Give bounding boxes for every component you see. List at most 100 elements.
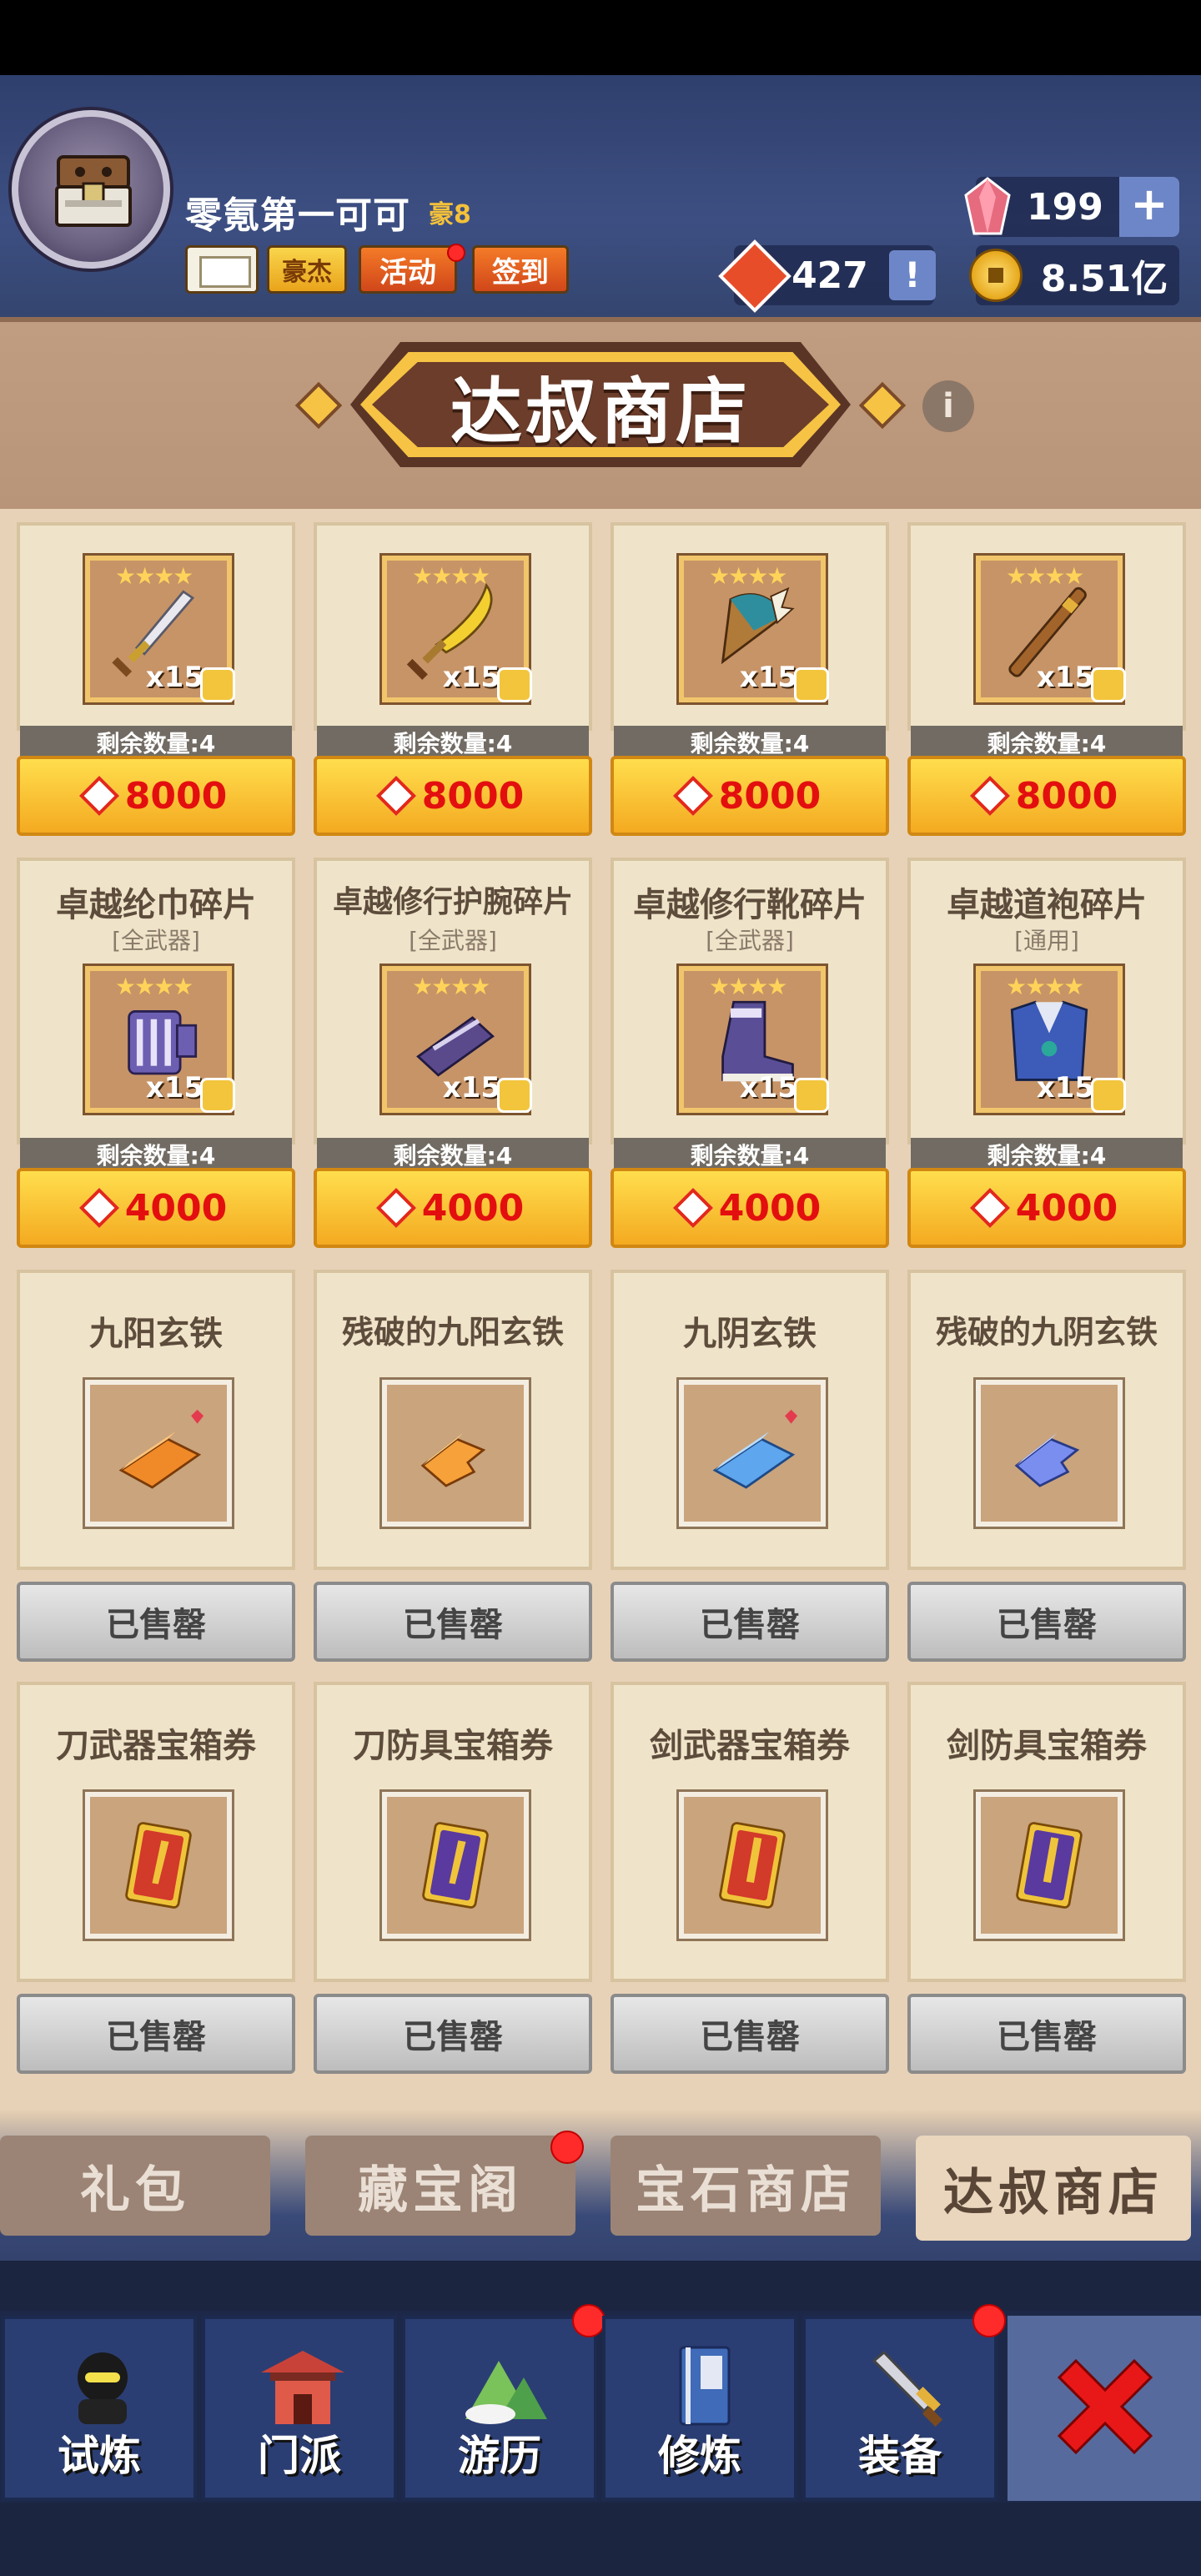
item-category: [全武器] bbox=[112, 927, 200, 954]
price-button[interactable]: 8000 bbox=[611, 756, 889, 836]
blue-iron-icon bbox=[712, 1409, 798, 1489]
item-quantity: x15 bbox=[1036, 661, 1094, 694]
coin-value: 8.51亿 bbox=[1040, 258, 1168, 300]
tab-dashu-shop[interactable]: 达叔商店 bbox=[916, 2136, 1191, 2241]
price-button[interactable]: 8000 bbox=[17, 756, 295, 836]
treasure-chest-icon bbox=[55, 155, 132, 227]
shop-item[interactable]: 卓越道袍碎片 [通用] ★★★★ x15 剩余数量:4 bbox=[907, 858, 1186, 1175]
item-name: 九阴玄铁 bbox=[683, 1315, 817, 1353]
sold-out-button: 已售罄 bbox=[611, 1582, 889, 1662]
shop-title-plate: 达叔商店 bbox=[350, 342, 851, 467]
activity-button[interactable]: 活动 bbox=[359, 245, 457, 294]
item-category: [全武器] bbox=[706, 927, 794, 954]
fragment-icon bbox=[794, 667, 829, 702]
sold-out-button: 已售罄 bbox=[314, 1582, 592, 1662]
price-button[interactable]: 4000 bbox=[314, 1168, 592, 1248]
honor-currency-icon bbox=[78, 1187, 119, 1229]
shop-item: 剑武器宝箱券 bbox=[611, 1682, 889, 1982]
temple-gate-icon bbox=[261, 2351, 344, 2424]
shop-item[interactable]: ★★★★ x15 剩余数量:4 bbox=[907, 522, 1186, 762]
gem-icon bbox=[964, 177, 1011, 235]
orange-iron-icon bbox=[118, 1409, 204, 1489]
nav-trial[interactable]: 试炼 bbox=[2, 2316, 197, 2501]
shop-item: 残破的九阳玄铁 bbox=[314, 1270, 592, 1570]
fragment-icon bbox=[497, 1078, 532, 1113]
nav-label: 修炼 bbox=[658, 2432, 741, 2480]
coin-icon bbox=[969, 249, 1023, 302]
item-quantity: x15 bbox=[1036, 1071, 1094, 1104]
nav-cultivate[interactable]: 修炼 bbox=[602, 2316, 797, 2501]
gem-value: 199 bbox=[1027, 185, 1103, 229]
price-value: 8000 bbox=[718, 774, 822, 818]
close-button[interactable] bbox=[1008, 2316, 1201, 2501]
shop-item[interactable]: ★★★★ x15 剩余数量:4 bbox=[17, 522, 295, 762]
secret-book-icon bbox=[679, 2346, 731, 2426]
shop-item[interactable]: 卓越纶巾碎片 [全武器] ★★★★ x15 剩余数量:4 bbox=[17, 858, 295, 1175]
shop-item: 残破的九阴玄铁 bbox=[907, 1270, 1186, 1570]
shop-item[interactable]: 卓越修行靴碎片 [全武器] ★★★★ x15 剩余数量:4 bbox=[611, 858, 889, 1175]
player-avatar[interactable] bbox=[12, 110, 170, 269]
item-quantity: x15 bbox=[739, 661, 797, 694]
sold-out-button: 已售罄 bbox=[17, 1582, 295, 1662]
price-button[interactable]: 4000 bbox=[907, 1168, 1186, 1248]
broken-blue-iron-icon bbox=[1014, 1432, 1080, 1487]
tab-gift-pack[interactable]: 礼包 bbox=[0, 2136, 270, 2236]
sold-out-button: 已售罄 bbox=[314, 1994, 592, 2074]
sold-out-button: 已售罄 bbox=[611, 1994, 889, 2074]
honor-info-button[interactable]: ! bbox=[889, 250, 936, 300]
price-button[interactable]: 8000 bbox=[314, 756, 592, 836]
nav-travel[interactable]: 游历 bbox=[402, 2316, 597, 2501]
shop-item[interactable]: 卓越修行护腕碎片 [全武器] ★★★★ x15 剩余数量:4 bbox=[314, 858, 592, 1175]
item-category: [通用] bbox=[1014, 927, 1079, 954]
shop-item: 九阳玄铁 bbox=[17, 1270, 295, 1570]
item-quantity: x15 bbox=[145, 1071, 204, 1104]
player-name: 零氪第一可可 bbox=[185, 194, 410, 237]
sold-out-button: 已售罄 bbox=[907, 1582, 1186, 1662]
gem-counter: 199 + bbox=[964, 177, 1179, 237]
add-gems-button[interactable]: + bbox=[1119, 177, 1179, 237]
travel-reddot bbox=[572, 2304, 606, 2337]
price-value: 4000 bbox=[124, 1186, 228, 1230]
item-name: 剑防具宝箱券 bbox=[947, 1727, 1147, 1765]
treasure-tab-reddot bbox=[550, 2131, 584, 2164]
tab-treasure-pavilion[interactable]: 藏宝阁 bbox=[305, 2136, 575, 2236]
item-category: [全武器] bbox=[409, 927, 497, 954]
item-name: 剑武器宝箱券 bbox=[650, 1727, 850, 1765]
price-value: 4000 bbox=[421, 1186, 525, 1230]
honor-counter: 427 ! bbox=[718, 239, 936, 313]
item-quantity: x15 bbox=[442, 1071, 500, 1104]
bottom-bar bbox=[0, 2503, 1201, 2576]
honor-currency-icon bbox=[969, 775, 1010, 817]
coin-counter: 8.51亿 bbox=[969, 245, 1179, 305]
status-bar bbox=[0, 0, 1201, 75]
honor-currency-icon bbox=[375, 1187, 416, 1229]
mountain-icon bbox=[465, 2361, 547, 2424]
equipment-sword-icon bbox=[872, 2350, 943, 2428]
item-quantity: x15 bbox=[442, 661, 500, 694]
item-name: 卓越道袍碎片 bbox=[947, 886, 1147, 924]
price-value: 8000 bbox=[1015, 774, 1118, 818]
info-icon[interactable]: i bbox=[922, 380, 974, 432]
honor-currency-icon bbox=[375, 775, 416, 817]
price-button[interactable]: 4000 bbox=[17, 1168, 295, 1248]
activity-reddot bbox=[447, 244, 465, 262]
tab-gem-shop[interactable]: 宝石商店 bbox=[611, 2136, 881, 2236]
price-button[interactable]: 8000 bbox=[907, 756, 1186, 836]
nav-sect[interactable]: 门派 bbox=[202, 2316, 397, 2501]
signin-button[interactable]: 签到 bbox=[472, 245, 569, 294]
shop-item[interactable]: ★★★★ x15 剩余数量:4 bbox=[314, 522, 592, 762]
shop-item[interactable]: ★★★★ x15 剩余数量:4 bbox=[611, 522, 889, 762]
item-name: 卓越修行靴碎片 bbox=[633, 886, 867, 924]
price-button[interactable]: 4000 bbox=[611, 1168, 889, 1248]
nav-equipment[interactable]: 装备 bbox=[802, 2316, 997, 2501]
honor-currency-icon bbox=[969, 1187, 1010, 1229]
fragment-icon bbox=[200, 1078, 235, 1113]
mail-button[interactable] bbox=[185, 245, 259, 294]
sword-armor-ticket-icon bbox=[1016, 1822, 1083, 1909]
shop-item: 剑防具宝箱券 bbox=[907, 1682, 1186, 1982]
haojie-button[interactable]: 豪杰 bbox=[267, 245, 347, 294]
price-value: 4000 bbox=[718, 1186, 822, 1230]
item-name: 九阳玄铁 bbox=[89, 1315, 223, 1353]
sold-out-button: 已售罄 bbox=[17, 1994, 295, 2074]
item-quantity: x15 bbox=[145, 661, 204, 694]
